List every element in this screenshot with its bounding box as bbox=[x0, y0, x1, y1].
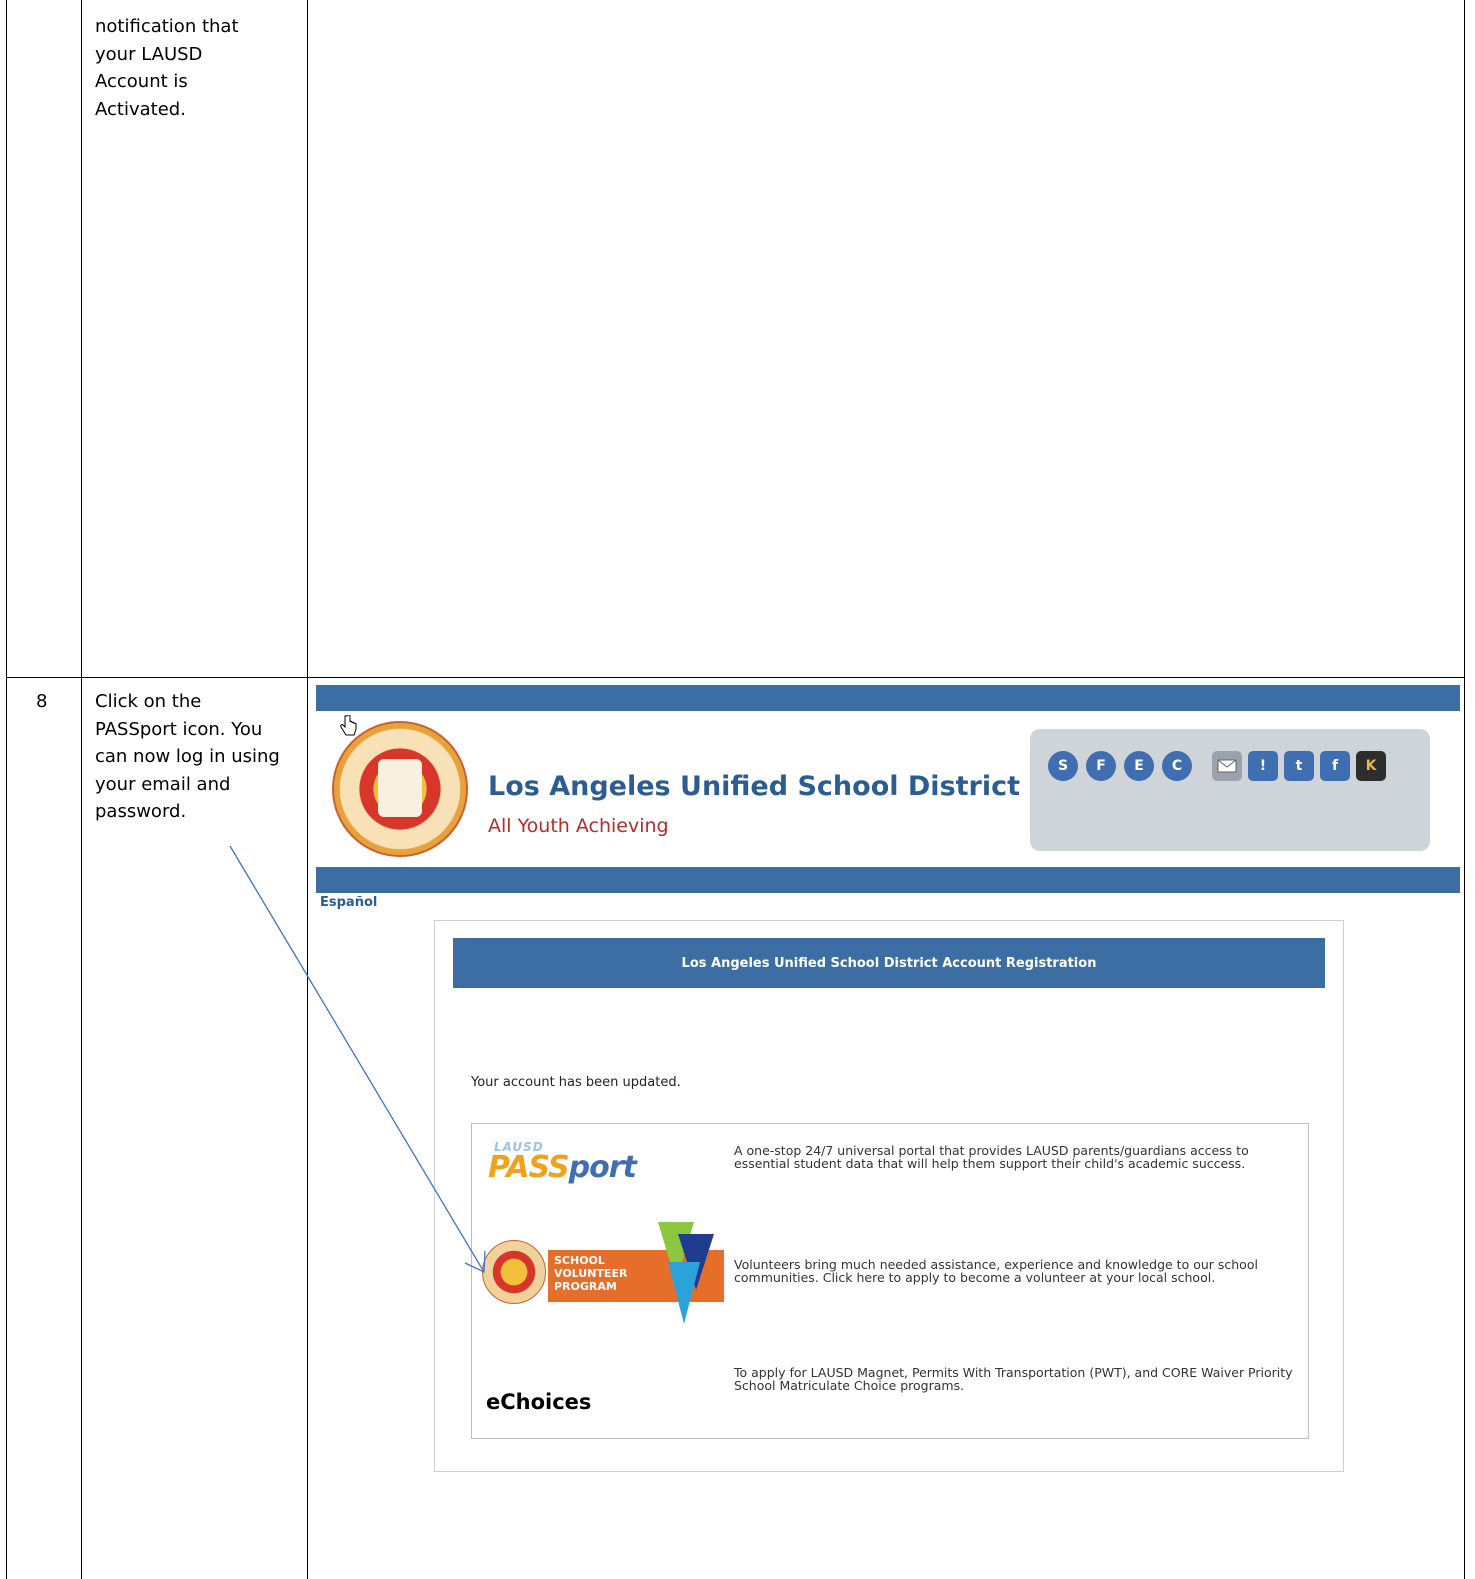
status-message: Your account has been updated. bbox=[471, 1075, 681, 1090]
volunteer-figure-blue-icon bbox=[668, 1262, 700, 1324]
echoices-description: To apply for LAUSD Magnet, Permits With … bbox=[734, 1365, 1293, 1393]
district-title: Los Angeles Unified School District bbox=[488, 771, 1021, 802]
registration-panel: Los Angeles Unified School District Acco… bbox=[434, 920, 1344, 1472]
espanol-link[interactable]: Español bbox=[320, 895, 377, 910]
table-row-divider bbox=[6, 677, 1465, 678]
seal-emblem bbox=[378, 759, 422, 817]
svp-seal-icon bbox=[482, 1240, 546, 1304]
district-slogan: All Youth Achieving bbox=[488, 815, 669, 837]
twitter-icon[interactable]: t bbox=[1284, 751, 1314, 781]
registration-header: Los Angeles Unified School District Acco… bbox=[453, 938, 1325, 988]
svp-logo-text: SCHOOL VOLUNTEER PROGRAM bbox=[554, 1254, 628, 1293]
passport-logo-main: PASSport bbox=[488, 1150, 637, 1185]
email-icon[interactable] bbox=[1212, 751, 1242, 781]
step-instruction: Click on the PASSport icon. You can now … bbox=[95, 691, 280, 823]
volunteer-description: Volunteers bring much needed assistance,… bbox=[734, 1257, 1258, 1285]
passport-logo-pass: PASS bbox=[488, 1150, 570, 1185]
c-circle-icon[interactable]: C bbox=[1162, 751, 1192, 781]
header-bottom-bar bbox=[316, 867, 1460, 893]
school-volunteer-logo[interactable]: SCHOOL VOLUNTEER PROGRAM bbox=[482, 1222, 724, 1326]
passport-logo-port: port bbox=[568, 1150, 637, 1185]
lausd-seal-logo bbox=[332, 721, 468, 857]
table-divider-1 bbox=[81, 0, 82, 1579]
lausd-registration-screenshot: Los Angeles Unified School District All … bbox=[316, 685, 1460, 1579]
e-circle-icon[interactable]: E bbox=[1124, 751, 1154, 781]
step-number: 8 bbox=[36, 691, 48, 712]
s-circle-icon[interactable]: S bbox=[1048, 751, 1078, 781]
passport-description: A one-stop 24/7 universal portal that pr… bbox=[734, 1143, 1249, 1171]
hand-cursor-icon bbox=[340, 715, 357, 736]
f-circle-icon[interactable]: F bbox=[1086, 751, 1116, 781]
links-box: LAUSD PASSport A one-stop 24/7 universal… bbox=[471, 1123, 1309, 1439]
k-icon[interactable]: K bbox=[1356, 751, 1386, 781]
header-top-bar bbox=[316, 685, 1460, 711]
table-border-left bbox=[6, 0, 7, 1579]
echoices-logo[interactable]: eChoices bbox=[486, 1390, 591, 1414]
social-links-panel: S F E C ! t f K bbox=[1030, 729, 1430, 851]
row-prev-instruction: notification that your LAUSD Account is … bbox=[95, 16, 239, 120]
facebook-icon[interactable]: f bbox=[1320, 751, 1350, 781]
passport-logo[interactable]: LAUSD PASSport bbox=[488, 1140, 694, 1190]
table-border-right bbox=[1464, 0, 1465, 1579]
blog-icon[interactable]: ! bbox=[1248, 751, 1278, 781]
table-divider-2 bbox=[307, 0, 308, 1579]
